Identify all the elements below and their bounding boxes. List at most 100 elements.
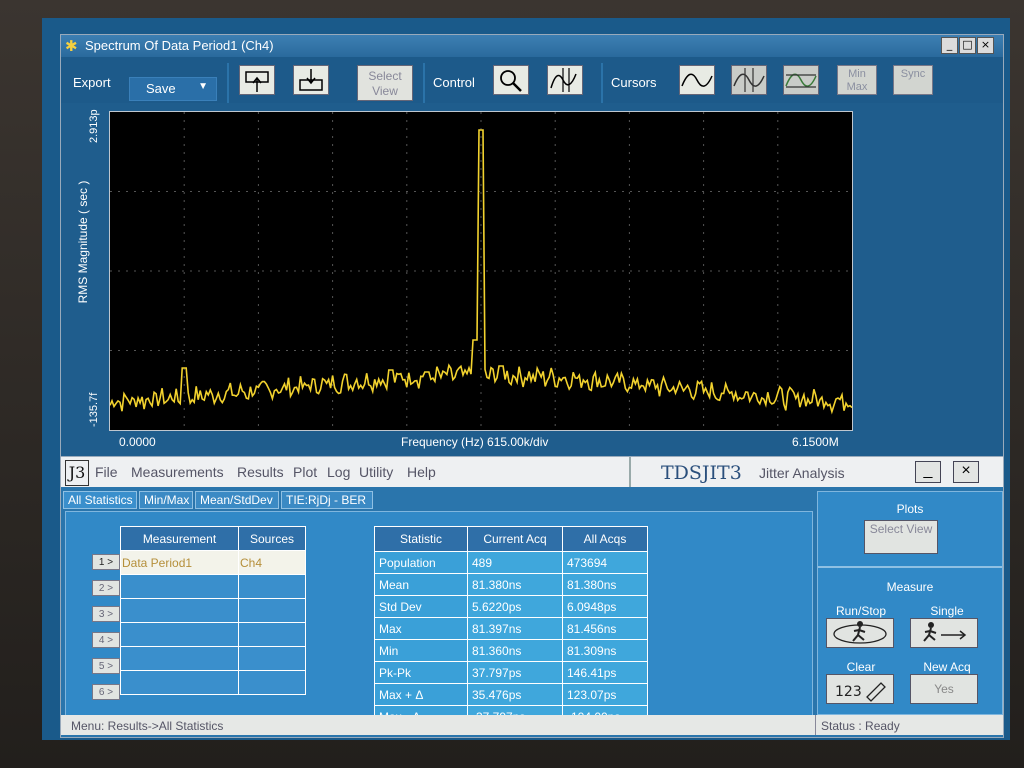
menu-path: Menu: Results->All Statistics	[71, 719, 224, 733]
status-divider	[815, 715, 816, 735]
export-up-button[interactable]	[239, 65, 275, 95]
select-view-button[interactable]: Select View	[357, 65, 413, 101]
all-acqs-cell: 81.456ns	[562, 617, 648, 640]
spectrum-toolbar: Export Save ▼ Select View Control Cursor…	[61, 57, 1003, 103]
source-cell[interactable]: Ch4	[238, 550, 306, 575]
column-header-current-acq: Current Acq	[467, 526, 563, 552]
measurement-cell[interactable]	[120, 598, 239, 623]
menu-log[interactable]: Log	[327, 464, 350, 480]
measurement-cell[interactable]	[120, 670, 239, 695]
menu-help[interactable]: Help	[407, 464, 436, 480]
cursors-label: Cursors	[611, 75, 657, 90]
statistic-cell: Std Dev	[374, 595, 468, 618]
table-row[interactable]	[120, 622, 306, 647]
menu-results[interactable]: Results	[237, 464, 284, 480]
table-row[interactable]	[120, 574, 306, 599]
toolbar-divider	[423, 63, 425, 103]
close-button[interactable]: ×	[977, 37, 994, 54]
row-select-button[interactable]: 3 >	[92, 606, 120, 622]
tab-all-statistics[interactable]: All Statistics	[63, 491, 137, 509]
x-axis-min: 0.0000	[119, 435, 156, 449]
source-cell[interactable]	[238, 646, 306, 671]
cursor-vertical-button[interactable]	[731, 65, 767, 95]
menu-measurements[interactable]: Measurements	[131, 464, 224, 480]
statistics-body: Population 489 473694 Mean 81.380ns 81.380ns S…	[374, 551, 648, 728]
measurement-table: Measurement Sources Data Period1 Ch4	[120, 526, 306, 695]
run-stop-label: Run/Stop	[835, 604, 887, 618]
jitter-minimize-button[interactable]: _	[915, 461, 941, 483]
spectrum-plot[interactable]	[109, 111, 853, 431]
table-row[interactable]	[120, 598, 306, 623]
row-select-button[interactable]: 4 >	[92, 632, 120, 648]
measure-title: Measure	[886, 580, 934, 594]
waveform-control-button[interactable]	[547, 65, 583, 95]
column-header-sources: Sources	[238, 526, 306, 551]
table-row[interactable]	[120, 646, 306, 671]
x-axis-max: 6.1500M	[792, 435, 839, 449]
measurement-cell[interactable]	[120, 574, 239, 599]
table-row[interactable]: Data Period1 Ch4	[120, 550, 306, 575]
cursor-wave-button[interactable]	[679, 65, 715, 95]
measurement-cell[interactable]	[120, 646, 239, 671]
row-select-button[interactable]: 2 >	[92, 580, 120, 596]
source-cell[interactable]	[238, 574, 306, 599]
single-button[interactable]	[910, 618, 978, 648]
sync-button[interactable]: Sync	[893, 65, 933, 95]
jitter-analysis-window: J3 File Measurements Results Plot Log Ut…	[60, 456, 1004, 738]
row-select-button[interactable]: 5 >	[92, 658, 120, 674]
save-dropdown-label: Save	[146, 81, 176, 96]
status-text: Status : Ready	[821, 719, 900, 733]
import-down-button[interactable]	[293, 65, 329, 95]
plot-grid	[110, 112, 852, 430]
statistics-table: Statistic Current Acq All Acqs Populatio…	[374, 526, 648, 728]
maximize-button[interactable]: □	[959, 37, 976, 54]
tab-tie-rjdj-ber[interactable]: TIE:RjDj - BER	[281, 491, 373, 509]
table-row[interactable]	[120, 670, 306, 695]
current-acq-cell: 37.797ps	[467, 661, 563, 684]
source-cell[interactable]	[238, 622, 306, 647]
tab-mean-stddev[interactable]: Mean/StdDev	[195, 491, 279, 509]
brand-name: TDSJIT3	[661, 462, 742, 484]
minimize-button[interactable]: _	[941, 37, 958, 54]
scope-screen: ✱ Spectrum Of Data Period1 (Ch4) _ □ × E…	[42, 18, 1010, 740]
export-up-icon	[245, 71, 269, 92]
row-select-button[interactable]: 6 >	[92, 684, 120, 700]
source-cell[interactable]	[238, 598, 306, 623]
import-down-icon	[299, 69, 323, 91]
tab-min-max[interactable]: Min/Max	[139, 491, 193, 509]
column-header-statistic: Statistic	[374, 526, 468, 552]
run-stop-button[interactable]	[826, 618, 894, 648]
new-acq-yes-button[interactable]: Yes	[910, 674, 978, 704]
menu-plot[interactable]: Plot	[293, 464, 317, 480]
measurement-cell[interactable]	[120, 622, 239, 647]
save-dropdown[interactable]: Save ▼	[129, 77, 217, 101]
source-cell[interactable]	[238, 670, 306, 695]
current-acq-cell: 81.360ns	[467, 639, 563, 662]
column-header-all-acqs: All Acqs	[562, 526, 648, 552]
table-row: Min 81.360ns 81.309ns	[374, 639, 648, 662]
min-max-button[interactable]: Min Max	[837, 65, 877, 95]
all-acqs-cell: 81.309ns	[562, 639, 648, 662]
cursor-horizontal-button[interactable]	[783, 65, 819, 95]
plots-select-view-button[interactable]: Select View	[864, 520, 938, 554]
statistic-cell: Max	[374, 617, 468, 640]
menu-file[interactable]: File	[95, 464, 118, 480]
j3-logo: J3	[65, 460, 89, 486]
menubar-divider	[629, 457, 631, 487]
table-row: Population 489 473694	[374, 551, 648, 574]
toolbar-divider	[601, 63, 603, 103]
jitter-close-button[interactable]: ×	[953, 461, 979, 483]
all-acqs-cell: 123.07ps	[562, 683, 648, 706]
measurement-cell[interactable]: Data Period1	[120, 550, 239, 575]
panel-divider	[818, 566, 1002, 568]
clear-button[interactable]: 123	[826, 674, 894, 704]
menu-utility[interactable]: Utility	[359, 464, 393, 480]
row-select-button[interactable]: 1 >	[92, 554, 120, 570]
statistic-cell: Max + Δ	[374, 683, 468, 706]
current-acq-cell: 35.476ps	[467, 683, 563, 706]
table-row: Mean 81.380ns 81.380ns	[374, 573, 648, 596]
spectrum-titlebar: ✱ Spectrum Of Data Period1 (Ch4) _ □ ×	[61, 35, 1003, 57]
zoom-button[interactable]	[493, 65, 529, 95]
app-icon: ✱	[65, 38, 78, 55]
y-axis-max: 2.913p	[88, 109, 100, 143]
